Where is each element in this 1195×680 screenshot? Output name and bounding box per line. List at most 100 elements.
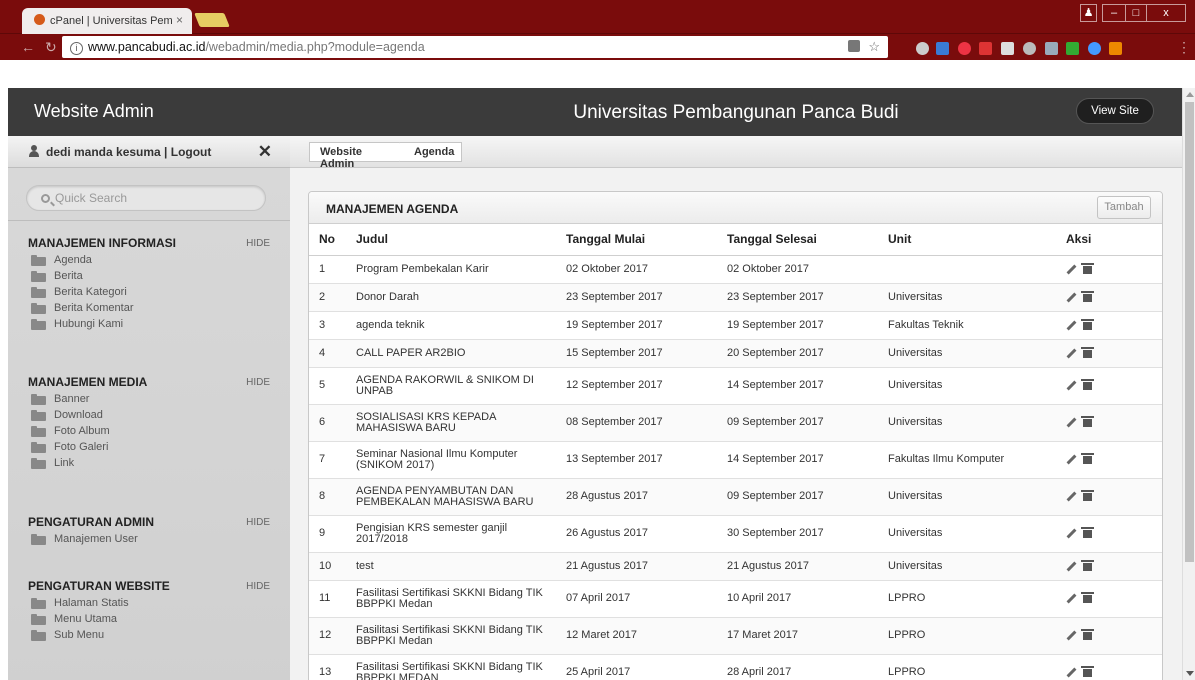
breadcrumb-agenda[interactable]: Agenda bbox=[400, 142, 462, 162]
tab-close-icon[interactable]: × bbox=[176, 13, 183, 27]
sidebar-item[interactable]: Manajemen User bbox=[28, 533, 278, 549]
extension-icon[interactable] bbox=[1045, 42, 1058, 55]
menu-section: MANAJEMEN INFORMASI HIDE Agenda Berita Berit… bbox=[28, 236, 278, 334]
cell-judul: Seminar Nasional Ilmu Komputer (SNIKOM 2… bbox=[346, 441, 556, 479]
edit-pencil-icon[interactable] bbox=[1066, 348, 1077, 358]
sidebar-item[interactable]: Foto Galeri bbox=[28, 441, 278, 457]
extension-icon[interactable] bbox=[1109, 42, 1122, 55]
delete-trash-icon[interactable] bbox=[1081, 379, 1094, 390]
cell-judul: Fasilitasi Sertifikasi SKKNI Bidang TIK … bbox=[346, 580, 556, 618]
edit-pencil-icon[interactable] bbox=[1066, 593, 1077, 604]
cell-unit: Fakultas Ilmu Komputer bbox=[878, 441, 1056, 479]
new-tab-button[interactable] bbox=[194, 13, 230, 27]
menu-section-hide-toggle[interactable]: HIDE bbox=[246, 581, 270, 592]
edit-pencil-icon[interactable] bbox=[1066, 491, 1077, 502]
cell-unit: Universitas bbox=[878, 367, 1056, 405]
site-title: Universitas Pembangunan Panca Budi bbox=[573, 102, 899, 123]
sidebar-item[interactable]: Banner bbox=[28, 393, 278, 409]
breadcrumb-website-admin[interactable]: Website Admin bbox=[309, 142, 401, 170]
extension-new-icon[interactable] bbox=[936, 42, 949, 55]
sidebar-item-label: Berita Kategori bbox=[54, 286, 127, 298]
reload-icon[interactable]: ↻ bbox=[45, 39, 57, 56]
cell-aksi bbox=[1056, 515, 1162, 553]
back-icon[interactable]: ← bbox=[21, 39, 35, 55]
cell-unit: LPPRO bbox=[878, 580, 1056, 618]
delete-trash-icon[interactable] bbox=[1081, 416, 1094, 427]
sidebar-item[interactable]: Berita Komentar bbox=[28, 302, 278, 318]
delete-trash-icon[interactable] bbox=[1081, 490, 1094, 501]
sidebar-item[interactable]: Berita bbox=[28, 270, 278, 286]
quick-search-input[interactable]: Quick Search bbox=[26, 185, 266, 211]
extension-icon[interactable] bbox=[958, 42, 971, 55]
cell-no: 6 bbox=[309, 404, 346, 442]
extension-icon[interactable] bbox=[916, 42, 929, 55]
edit-pencil-icon[interactable] bbox=[1066, 380, 1077, 391]
cell-judul: Fasilitasi Sertifikasi SKKNI Bidang TIK … bbox=[346, 617, 556, 655]
sidebar-item[interactable]: Foto Album bbox=[28, 425, 278, 441]
scroll-up-arrow-icon[interactable] bbox=[1186, 92, 1194, 97]
delete-trash-icon[interactable] bbox=[1081, 346, 1094, 358]
sidebar-item[interactable]: Berita Kategori bbox=[28, 286, 278, 302]
sidebar-item[interactable]: Link bbox=[28, 457, 278, 473]
minimize-button[interactable]: – bbox=[1102, 4, 1126, 22]
delete-trash-icon[interactable] bbox=[1081, 453, 1094, 464]
close-window-button[interactable]: x bbox=[1146, 4, 1186, 22]
edit-pencil-icon[interactable] bbox=[1066, 528, 1077, 539]
cell-judul: AGENDA RAKORWIL & SNIKOM DI UNPAB bbox=[346, 367, 556, 405]
col-aksi: Aksi bbox=[1056, 224, 1162, 256]
delete-trash-icon[interactable] bbox=[1081, 666, 1094, 677]
delete-trash-icon[interactable] bbox=[1081, 559, 1094, 571]
extension-icon[interactable] bbox=[1088, 42, 1101, 55]
sidebar-item[interactable]: Download bbox=[28, 409, 278, 425]
delete-trash-icon[interactable] bbox=[1081, 318, 1094, 330]
site-info-icon[interactable]: i bbox=[70, 42, 83, 55]
menu-section-hide-toggle[interactable]: HIDE bbox=[246, 238, 270, 249]
user-logout-link[interactable]: dedi manda kesuma | Logout bbox=[46, 145, 211, 159]
page-scrollbar[interactable] bbox=[1182, 88, 1195, 680]
adblock-icon[interactable] bbox=[979, 42, 992, 55]
user-profile-icon[interactable]: ♟ bbox=[1080, 4, 1097, 22]
cell-tanggal-selesai: 19 September 2017 bbox=[717, 311, 878, 340]
edit-pencil-icon[interactable] bbox=[1066, 454, 1077, 465]
view-site-button[interactable]: View Site bbox=[1076, 98, 1154, 124]
edit-pencil-icon[interactable] bbox=[1066, 264, 1077, 274]
folder-icon bbox=[31, 630, 46, 641]
edit-pencil-icon[interactable] bbox=[1066, 630, 1077, 641]
cell-tanggal-mulai: 12 Maret 2017 bbox=[556, 617, 717, 655]
address-bar[interactable]: i www.pancabudi.ac.id/webadmin/media.php?… bbox=[62, 36, 888, 58]
close-sidebar-icon[interactable]: ✕ bbox=[258, 142, 272, 162]
delete-trash-icon[interactable] bbox=[1081, 629, 1094, 640]
menu-section-hide-toggle[interactable]: HIDE bbox=[246, 517, 270, 528]
delete-trash-icon[interactable] bbox=[1081, 290, 1094, 302]
edit-pencil-icon[interactable] bbox=[1066, 417, 1077, 428]
edit-pencil-icon[interactable] bbox=[1066, 667, 1077, 678]
edit-pencil-icon[interactable] bbox=[1066, 320, 1077, 330]
bookmark-star-icon[interactable]: ☆ bbox=[868, 39, 880, 55]
browser-tab[interactable]: cPanel | Universitas Pem × bbox=[22, 8, 192, 34]
extension-gear-icon[interactable] bbox=[1023, 42, 1036, 55]
scroll-down-arrow-icon[interactable] bbox=[1186, 671, 1194, 676]
sidebar-item[interactable]: Sub Menu bbox=[28, 629, 278, 645]
delete-trash-icon[interactable] bbox=[1081, 527, 1094, 538]
sidebar-item-label: Link bbox=[54, 457, 75, 469]
browser-menu-icon[interactable]: ⋮ bbox=[1177, 39, 1191, 56]
extension-icon[interactable] bbox=[1001, 42, 1014, 55]
menu-section-hide-toggle[interactable]: HIDE bbox=[246, 377, 270, 388]
extension-icon[interactable] bbox=[1066, 42, 1079, 55]
edit-pencil-icon[interactable] bbox=[1066, 292, 1077, 302]
delete-trash-icon[interactable] bbox=[1081, 592, 1094, 603]
cell-tanggal-selesai: 30 September 2017 bbox=[717, 515, 878, 553]
cell-aksi bbox=[1056, 617, 1162, 655]
sidebar-item[interactable]: Halaman Statis bbox=[28, 597, 278, 613]
scroll-thumb[interactable] bbox=[1185, 102, 1194, 562]
maximize-button[interactable]: □ bbox=[1125, 4, 1147, 22]
sidebar-item-label: Berita bbox=[54, 270, 83, 282]
sidebar-item[interactable]: Hubungi Kami bbox=[28, 318, 278, 334]
sidebar-item[interactable]: Agenda bbox=[28, 254, 278, 270]
sidebar-item[interactable]: Menu Utama bbox=[28, 613, 278, 629]
edit-pencil-icon[interactable] bbox=[1066, 561, 1077, 571]
cell-aksi bbox=[1056, 339, 1162, 368]
translate-icon[interactable] bbox=[848, 40, 860, 52]
add-agenda-button[interactable]: Tambah bbox=[1097, 196, 1151, 219]
delete-trash-icon[interactable] bbox=[1081, 262, 1094, 274]
